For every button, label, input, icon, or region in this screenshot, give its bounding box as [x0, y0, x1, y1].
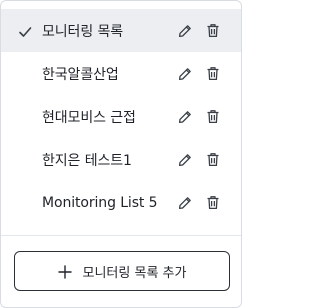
- trash-icon[interactable]: [204, 65, 222, 83]
- list-item-label: Monitoring List 5: [42, 194, 158, 211]
- plus-icon: [57, 264, 72, 279]
- list-item[interactable]: Monitoring List 5: [1, 181, 241, 224]
- list-item-label: 한국알콜산업: [42, 66, 119, 83]
- check-icon: [18, 24, 32, 38]
- list-item[interactable]: 한국알콜산업: [1, 52, 241, 95]
- list-item-selected[interactable]: 모니터링 목록: [1, 9, 241, 52]
- list-item-label: 한지은 테스트1: [42, 152, 132, 169]
- list-item-label: 현대모비스 근접: [42, 109, 136, 126]
- pencil-icon[interactable]: [176, 108, 194, 126]
- pencil-icon[interactable]: [176, 194, 194, 212]
- pencil-icon[interactable]: [176, 151, 194, 169]
- pencil-icon[interactable]: [176, 65, 194, 83]
- add-button-label: 모니터링 목록 추가: [82, 265, 187, 281]
- list-item[interactable]: 현대모비스 근접: [1, 95, 241, 138]
- trash-icon[interactable]: [204, 194, 222, 212]
- pencil-icon[interactable]: [176, 22, 194, 40]
- trash-icon[interactable]: [204, 108, 222, 126]
- list-item-label: 모니터링 목록: [42, 23, 124, 40]
- trash-icon[interactable]: [204, 22, 222, 40]
- monitoring-list: 모니터링 목록 한국알콜산업 현대모비스 근접 한지은 테스트1 Monitor…: [1, 9, 241, 224]
- add-monitoring-list-button[interactable]: 모니터링 목록 추가: [14, 251, 230, 291]
- divider: [1, 235, 241, 236]
- monitoring-list-dropdown: 모니터링 목록 한국알콜산업 현대모비스 근접 한지은 테스트1 Monitor…: [0, 0, 242, 308]
- list-item[interactable]: 한지은 테스트1: [1, 138, 241, 181]
- trash-icon[interactable]: [204, 151, 222, 169]
